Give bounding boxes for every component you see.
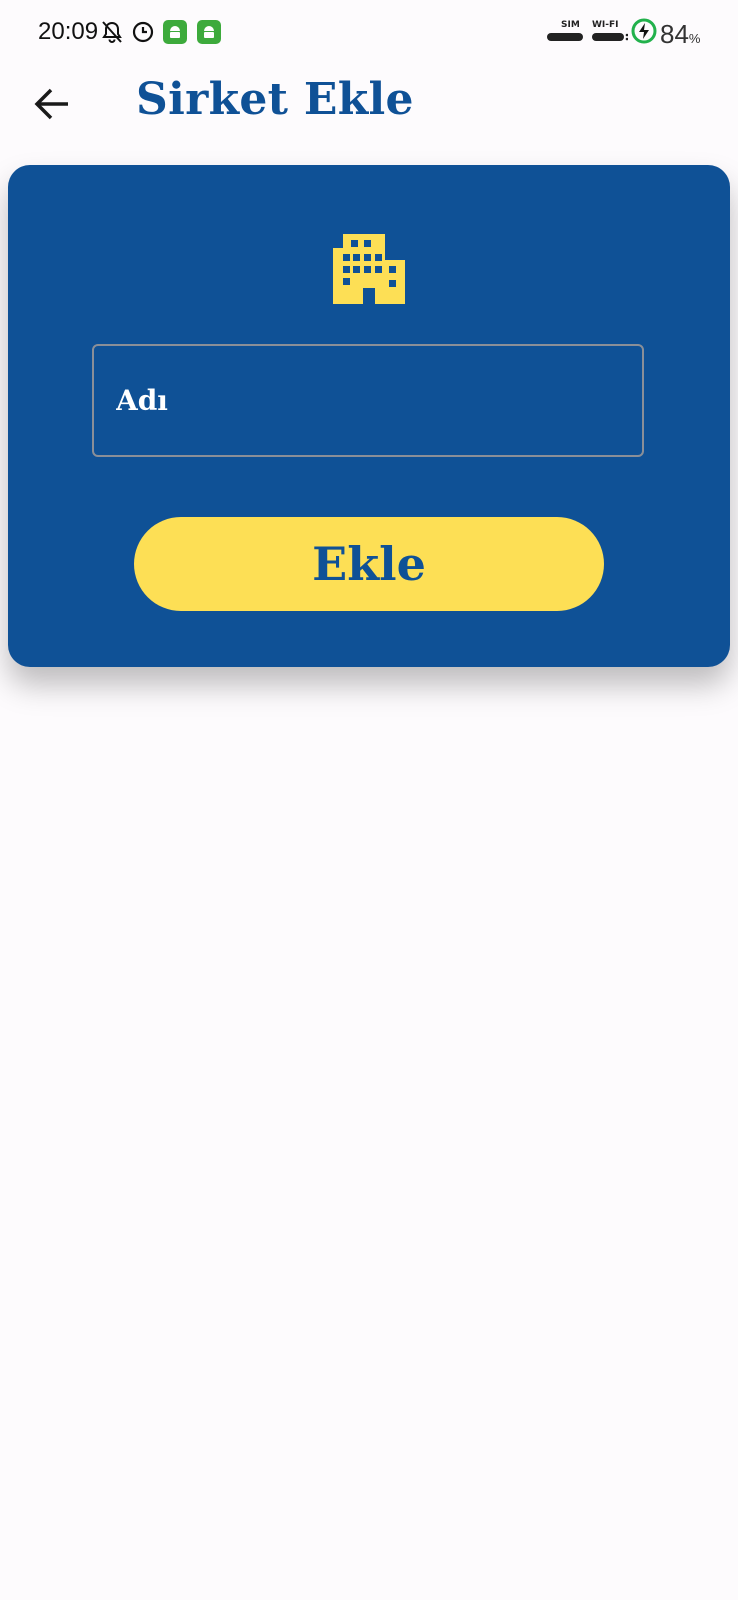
- arrow-left-icon: [30, 88, 74, 130]
- android-app-icon: [197, 20, 221, 49]
- battery-unit: %: [688, 31, 701, 46]
- back-button[interactable]: [30, 82, 74, 126]
- battery-value: 84: [660, 19, 689, 49]
- page-title: Sirket Ekle: [136, 74, 414, 125]
- wifi-label: WI-FI: [592, 20, 619, 30]
- status-time: 20:09: [38, 18, 99, 45]
- building-icon: [333, 232, 405, 304]
- add-button[interactable]: Ekle: [134, 517, 604, 611]
- battery-level: 84%: [660, 19, 700, 50]
- android-app-icon: [163, 20, 187, 49]
- status-bar: 20:09 SIM WI-FI 84%: [0, 0, 738, 66]
- add-company-card: Ekle: [8, 165, 730, 667]
- company-name-input[interactable]: [92, 344, 644, 457]
- alarm-clock-icon: [131, 20, 155, 49]
- bell-off-icon: [101, 20, 123, 49]
- battery-charging-icon: [631, 18, 657, 49]
- sim-label: SIM: [561, 20, 580, 30]
- wifi-signal-icon: WI-FI: [592, 18, 629, 49]
- sim-signal-icon: SIM: [547, 18, 583, 49]
